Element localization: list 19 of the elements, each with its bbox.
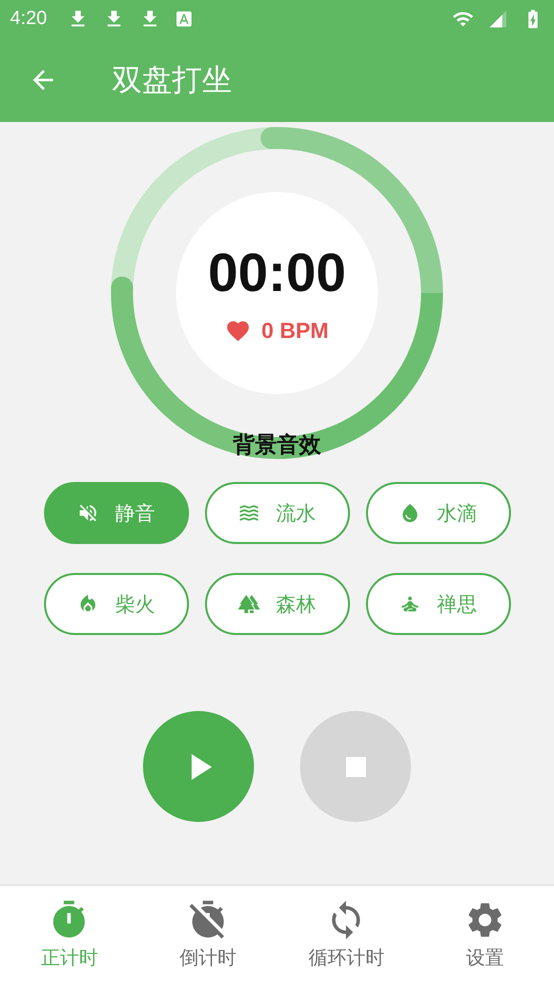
nav-tab[interactable]: 倒计时 [138,886,277,984]
nav-tab[interactable]: 循环计时 [277,886,416,984]
font-icon [174,10,193,28]
sound-chip[interactable]: 流水 [204,482,350,544]
heart-rate: 0 BPM [261,318,329,344]
sound-chip[interactable]: 静音 [44,482,188,544]
trees-icon [238,593,260,615]
sound-chip[interactable]: 森林 [204,573,350,635]
nav-tab[interactable]: 设置 [416,886,554,984]
sound-chip[interactable]: 禅思 [366,573,510,635]
page-title: 双盘打坐 [112,62,232,100]
nav-tab[interactable]: 正计时 [0,886,138,984]
sound-chip[interactable]: 水滴 [366,482,510,544]
status-time: 4:20 [10,8,47,30]
section-title: 背景音效 [233,432,321,460]
sound-chip[interactable]: 柴火 [44,573,188,635]
mute-icon [77,502,99,524]
signal-icon [488,9,508,29]
timer-display: 00:00 [208,242,346,304]
